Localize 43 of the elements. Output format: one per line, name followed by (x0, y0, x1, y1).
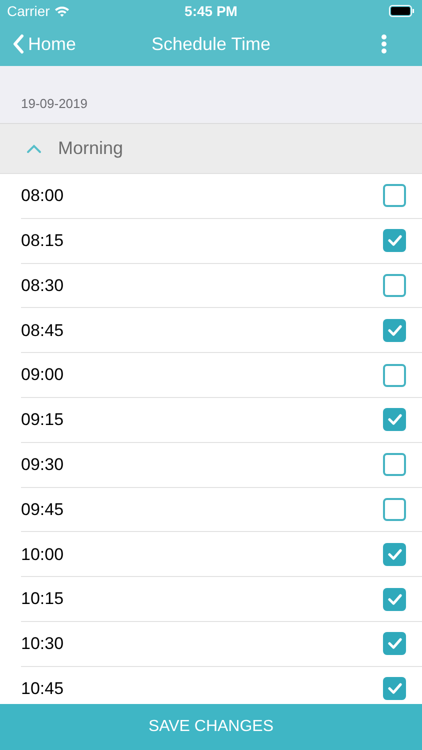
time-slot-label: 10:15 (21, 588, 64, 610)
checkmark-icon (388, 594, 402, 605)
checkbox[interactable] (383, 364, 406, 387)
time-slot-label: 09:45 (21, 498, 64, 521)
save-button[interactable]: SAVE CHANGES (0, 704, 422, 750)
back-button[interactable]: Home (12, 30, 76, 58)
chevron-left-icon (12, 34, 24, 54)
checkbox[interactable] (383, 274, 406, 297)
time-slot-label: 09:30 (21, 454, 64, 476)
checkmark-icon (388, 414, 402, 426)
checkbox[interactable] (383, 588, 406, 611)
checkmark-icon (388, 683, 402, 694)
checkbox[interactable] (383, 632, 406, 656)
date-label: 19-09-2019 (21, 94, 88, 112)
checkbox[interactable] (383, 498, 406, 521)
checkmark-icon (388, 324, 402, 336)
time-slot-label: 08:15 (21, 230, 64, 252)
time-slot-label: 08:30 (21, 274, 64, 297)
time-slot-label: 10:45 (21, 678, 64, 700)
checkbox[interactable] (383, 453, 406, 476)
checkmark-icon (388, 235, 402, 246)
checkbox[interactable] (383, 677, 406, 700)
checkbox[interactable] (383, 408, 406, 432)
time-slot-label: 09:15 (21, 409, 64, 432)
checkmark-icon (388, 638, 402, 650)
time-slot-label: 08:00 (21, 185, 64, 208)
time-slot-label: 10:30 (21, 633, 64, 656)
checkbox[interactable] (383, 229, 406, 252)
more-icon[interactable] (381, 34, 387, 54)
wifi-icon (54, 5, 70, 17)
section-title: Morning (58, 137, 124, 160)
screen-title: Schedule Time (151, 32, 271, 56)
time-slot-label: 09:00 (21, 364, 64, 386)
checkbox[interactable] (383, 542, 406, 566)
battery-icon (389, 5, 415, 17)
time-slot-label: 10:00 (21, 544, 64, 566)
time-slot-label: 08:45 (21, 320, 64, 342)
checkbox[interactable] (383, 184, 406, 208)
carrier-label: Carrier (7, 2, 50, 20)
checkbox[interactable] (383, 318, 406, 342)
clock-time: 5:45 PM (184, 2, 238, 20)
section-header[interactable]: Morning (0, 124, 422, 174)
checkmark-icon (388, 548, 402, 560)
